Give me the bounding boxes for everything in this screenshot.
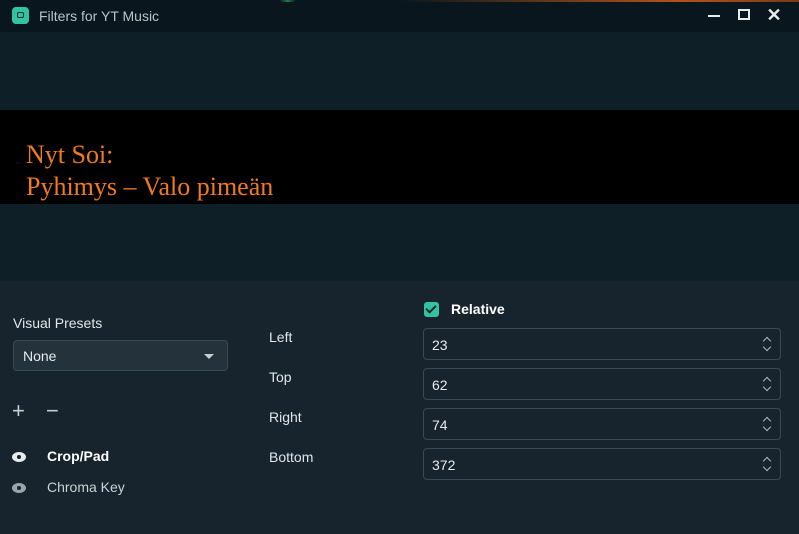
chevron-down-icon[interactable] — [763, 386, 771, 394]
maximize-icon[interactable] — [732, 4, 756, 26]
relative-label: Relative — [451, 301, 505, 317]
visual-presets-value: None — [23, 348, 57, 364]
remove-filter-button[interactable]: − — [46, 400, 59, 422]
right-value: 74 — [432, 417, 448, 433]
filter-name: Crop/Pad — [47, 448, 110, 464]
relative-checkbox[interactable] — [424, 302, 439, 317]
now-playing-track: Pyhimys – Valo pimeän — [26, 172, 274, 201]
right-label: Right — [269, 409, 302, 425]
now-playing-heading: Nyt Soi: — [26, 140, 114, 169]
filter-preview: Nyt Soi: Pyhimys – Valo pimeän — [0, 32, 799, 281]
title-bar: Filters for YT Music ✕ — [0, 0, 799, 32]
chevron-down-icon — [204, 354, 214, 359]
filter-list-item-crop-pad[interactable]: Crop/Pad — [12, 448, 212, 468]
filter-list-item-chroma-key[interactable]: Chroma Key — [12, 479, 212, 499]
bottom-label: Bottom — [269, 449, 314, 465]
filter-name: Chroma Key — [47, 479, 125, 495]
minimize-icon[interactable] — [702, 4, 726, 26]
eye-icon[interactable] — [12, 452, 26, 462]
chevron-down-icon[interactable] — [763, 346, 771, 354]
visual-presets-label: Visual Presets — [13, 315, 103, 331]
app-icon — [12, 7, 29, 24]
eye-icon[interactable] — [12, 483, 26, 493]
left-label: Left — [269, 329, 293, 345]
bottom-value: 372 — [432, 457, 456, 473]
top-value: 62 — [432, 377, 448, 393]
chevron-down-icon[interactable] — [763, 466, 771, 474]
filter-settings-panel: Visual Presets None + − Crop/Pad Chroma … — [0, 281, 799, 534]
bottom-number-input[interactable]: 372 — [423, 448, 781, 480]
left-value: 23 — [432, 337, 448, 353]
close-icon[interactable]: ✕ — [762, 4, 786, 26]
top-number-input[interactable]: 62 — [423, 368, 781, 400]
title-bar-accent-line — [0, 0, 799, 2]
add-filter-button[interactable]: + — [12, 400, 25, 422]
window-title: Filters for YT Music — [39, 8, 160, 24]
left-number-input[interactable]: 23 — [423, 328, 781, 360]
visual-presets-select[interactable]: None — [13, 340, 228, 371]
right-number-input[interactable]: 74 — [423, 408, 781, 440]
top-label: Top — [269, 369, 292, 385]
chevron-down-icon[interactable] — [763, 426, 771, 434]
now-playing-strip: Nyt Soi: Pyhimys – Valo pimeän — [0, 110, 799, 204]
